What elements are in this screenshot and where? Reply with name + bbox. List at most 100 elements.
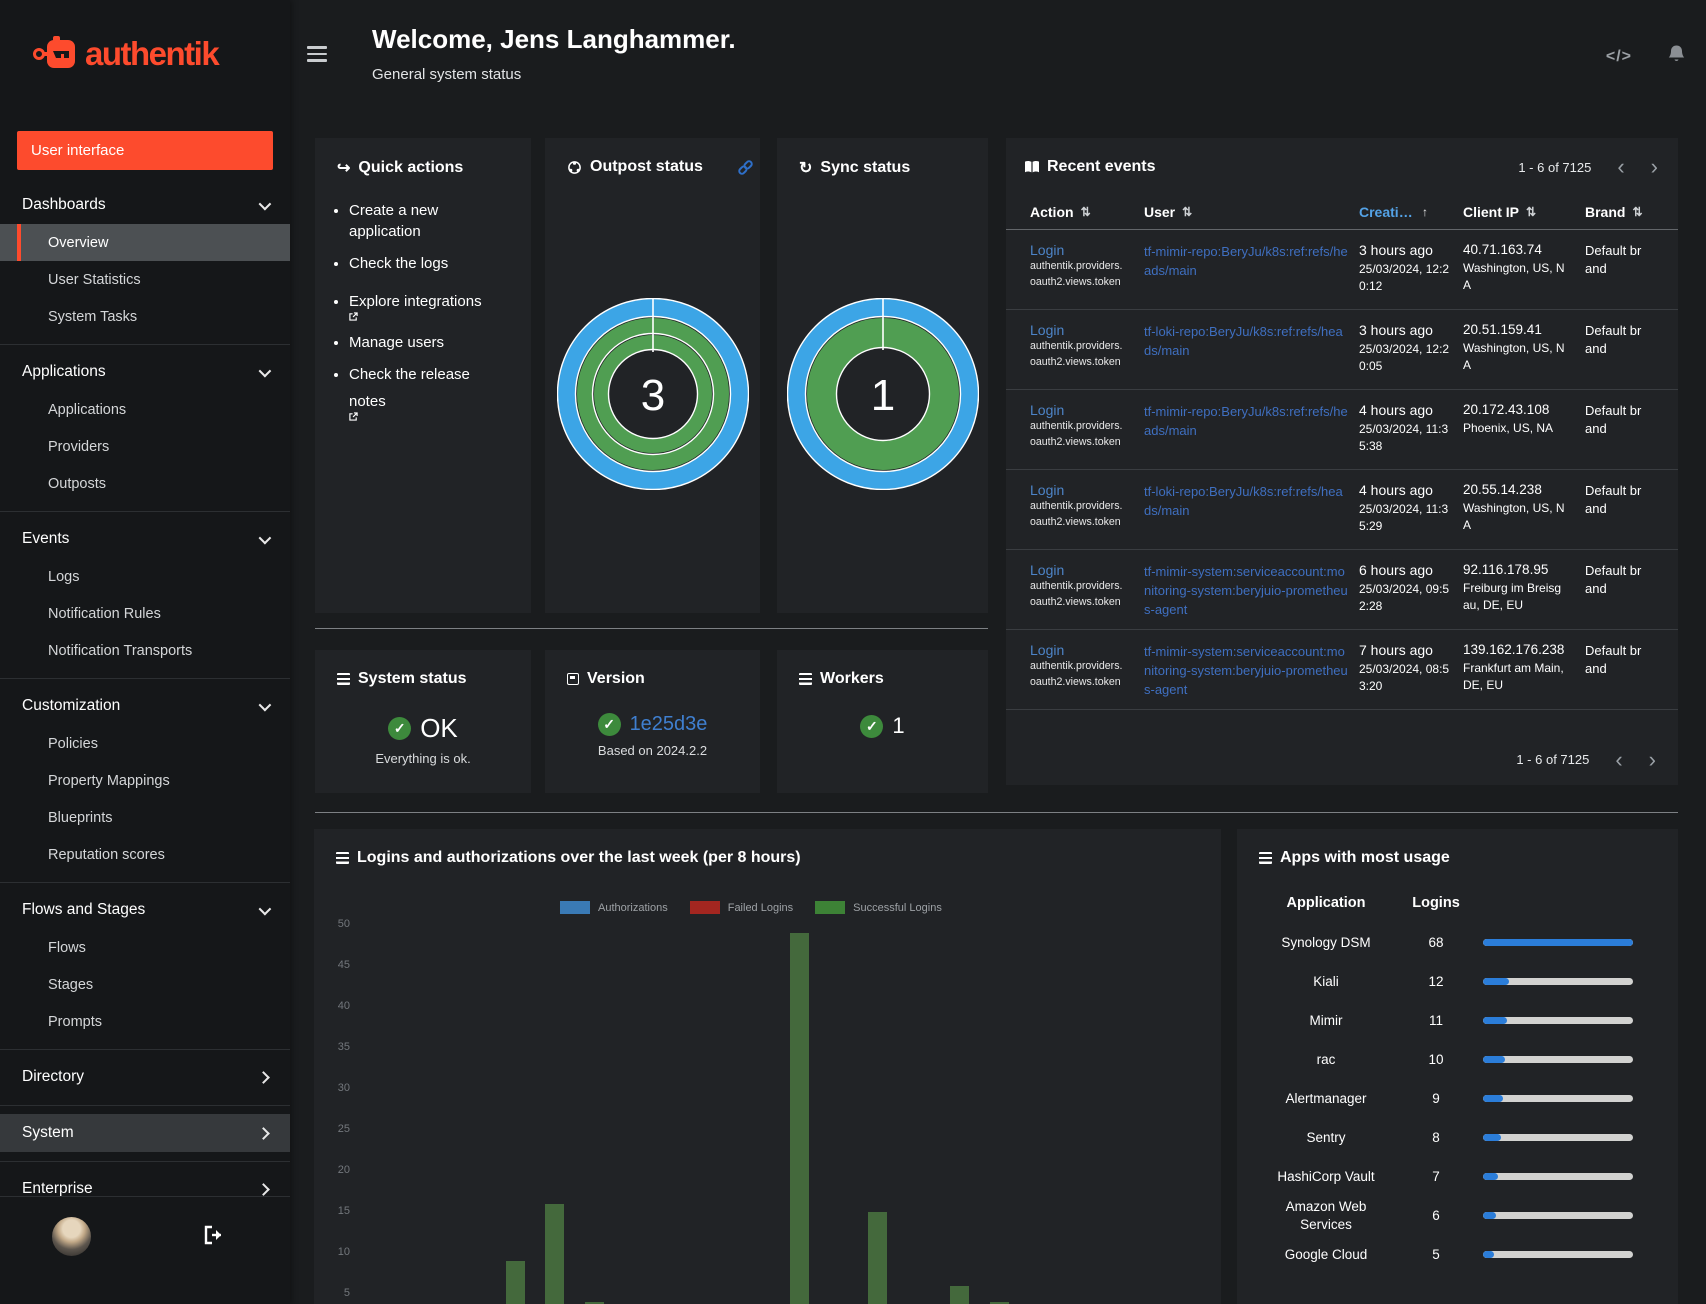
event-user-link[interactable]: tf-mimir-system:serviceaccount:monitorin…: [1144, 564, 1348, 617]
check-circle-icon: ✓: [860, 714, 884, 738]
event-action-link[interactable]: Login: [1030, 642, 1134, 658]
app-logins-count: 10: [1428, 1052, 1444, 1067]
app-name: Kiali: [1313, 973, 1339, 989]
pagination-label: 1 - 6 of 7125: [1518, 159, 1592, 175]
quick-action-manage-users[interactable]: Manage users: [349, 332, 509, 353]
sidebar-item-flows-and-stages[interactable]: Flows and Stages: [0, 891, 290, 929]
app-usage-progress-bar: [1483, 1056, 1633, 1063]
sidebar-item-prompts[interactable]: Prompts: [0, 1003, 290, 1040]
event-user-link[interactable]: tf-loki-repo:BeryJu/k8s:ref:refs/heads/m…: [1144, 484, 1343, 518]
recent-events-header: Recent events: [1024, 158, 1156, 176]
system-status-header: System status: [315, 650, 531, 688]
sync-status-header: ↻ Sync status: [777, 138, 988, 178]
events-column-action[interactable]: Action ⇅: [1030, 204, 1134, 220]
apps-col-logins: Logins: [1412, 895, 1460, 911]
user-interface-button[interactable]: User interface: [17, 131, 273, 170]
sidebar-item-system-tasks[interactable]: System Tasks: [0, 298, 290, 335]
event-client-ip: 139.162.176.238: [1463, 642, 1565, 657]
column-label: User: [1144, 204, 1176, 220]
workers-value: 1: [892, 713, 905, 738]
sidebar-item-logs[interactable]: Logs: [0, 558, 290, 595]
quick-actions-list: Create a new application Check the logs Ex…: [349, 200, 531, 421]
event-user-link[interactable]: tf-mimir-repo:BeryJu/k8s:ref:refs/heads/…: [1144, 404, 1348, 438]
pagination-prev-icon[interactable]: ‹: [1615, 748, 1622, 770]
events-table-header: Action ⇅ User ⇅ Creation ↑ Client IP ⇅ Brand ⇅: [1006, 204, 1678, 230]
event-client-location: Phoenix, US, NA: [1463, 421, 1554, 435]
event-time-absolute: 25/03/2024, 09:52:28: [1359, 582, 1450, 613]
sidebar-item-applications[interactable]: Applications: [0, 353, 290, 391]
notifications-bell-icon[interactable]: [1667, 44, 1686, 65]
y-axis-tick: 25: [337, 1123, 350, 1135]
sidebar-item-system[interactable]: System: [0, 1114, 290, 1152]
sidebar-item-applications[interactable]: Applications: [0, 391, 290, 428]
outpost-donut-chart: 3: [545, 298, 760, 490]
version-title: Version: [587, 670, 645, 687]
hamburger-menu-icon[interactable]: [307, 46, 327, 62]
authentik-logo[interactable]: authentik: [33, 28, 263, 80]
legend-item-successful-logins[interactable]: Successful Logins: [815, 901, 942, 914]
event-module: authentik.providers.: [1030, 580, 1123, 592]
y-axis-tick: 10: [337, 1246, 350, 1258]
user-avatar[interactable]: [52, 1217, 91, 1256]
sidebar-item-reputation-scores[interactable]: Reputation scores: [0, 836, 290, 873]
events-column-client-ip[interactable]: Client IP ⇅: [1463, 204, 1575, 220]
bar-successful-logins: [868, 1212, 887, 1304]
quick-action-explore-integrations[interactable]: Explore integrations: [349, 285, 509, 321]
events-column-brand[interactable]: Brand ⇅: [1585, 204, 1647, 220]
pagination-next-icon[interactable]: ›: [1651, 156, 1658, 178]
event-brand: Default brand: [1585, 563, 1642, 596]
event-user-link[interactable]: tf-mimir-system:serviceaccount:monitorin…: [1144, 644, 1348, 697]
sidebar-item-providers[interactable]: Providers: [0, 428, 290, 465]
quick-action-check-the-logs[interactable]: Check the logs: [349, 253, 509, 274]
event-action-link[interactable]: Login: [1030, 402, 1134, 418]
quick-action-create-a-new-application[interactable]: Create a new application: [349, 200, 509, 242]
event-action-link[interactable]: Login: [1030, 242, 1134, 258]
quick-action-check-the-release-notes[interactable]: Check the release notes: [349, 364, 509, 421]
sidebar-item-blueprints[interactable]: Blueprints: [0, 799, 290, 836]
sort-icon: ⇅: [1182, 205, 1193, 219]
sidebar-item-overview[interactable]: Overview: [0, 224, 290, 261]
sidebar-item-directory[interactable]: Directory: [0, 1058, 290, 1096]
event-action-link[interactable]: Login: [1030, 482, 1134, 498]
event-module: oauth2.views.token: [1030, 436, 1121, 448]
app-name: Google Cloud: [1284, 1246, 1368, 1262]
event-time-relative: 3 hours ago: [1359, 322, 1433, 338]
sidebar-item-policies[interactable]: Policies: [0, 725, 290, 762]
sidebar-item-notification-rules[interactable]: Notification Rules: [0, 595, 290, 632]
event-brand: Default brand: [1585, 483, 1642, 516]
event-user-link[interactable]: tf-loki-repo:BeryJu/k8s:ref:refs/heads/m…: [1144, 324, 1343, 358]
event-row: Login authentik.providers. oauth2.views.to…: [1006, 550, 1678, 630]
sidebar-item-flows[interactable]: Flows: [0, 929, 290, 966]
column-label: Brand: [1585, 204, 1626, 220]
app-usage-progress-bar: [1483, 1212, 1633, 1219]
outpost-link-icon[interactable]: [737, 159, 754, 176]
logout-icon[interactable]: [203, 1225, 225, 1245]
bundle-icon: [567, 673, 579, 685]
event-action-link[interactable]: Login: [1030, 322, 1134, 338]
event-user-link[interactable]: tf-mimir-repo:BeryJu/k8s:ref:refs/heads/…: [1144, 244, 1348, 278]
events-column-creation[interactable]: Creation ↑: [1359, 204, 1453, 220]
legend-item-authorizations[interactable]: Authorizations: [560, 901, 668, 914]
system-status-detail: Everything is ok.: [375, 751, 471, 766]
sidebar-item-property-mappings[interactable]: Property Mappings: [0, 762, 290, 799]
sidebar-item-outposts[interactable]: Outposts: [0, 465, 290, 502]
app-usage-row: Mimir 11: [1263, 1001, 1678, 1040]
legend-item-failed-logins[interactable]: Failed Logins: [689, 901, 793, 914]
sidebar-item-customization[interactable]: Customization: [0, 687, 290, 725]
sidebar-item-stages[interactable]: Stages: [0, 966, 290, 1003]
events-column-user[interactable]: User ⇅: [1144, 204, 1349, 220]
sidebar-item-notification-transports[interactable]: Notification Transports: [0, 632, 290, 669]
event-action-link[interactable]: Login: [1030, 562, 1134, 578]
event-time-relative: 3 hours ago: [1359, 242, 1433, 258]
pagination-next-icon[interactable]: ›: [1649, 748, 1656, 770]
api-code-icon[interactable]: </>: [1606, 48, 1632, 66]
sidebar-item-dashboards[interactable]: Dashboards: [0, 186, 290, 224]
sidebar-item-events[interactable]: Events: [0, 520, 290, 558]
sidebar-item-user-statistics[interactable]: User Statistics: [0, 261, 290, 298]
page-subtitle: General system status: [372, 66, 522, 83]
pagination-prev-icon[interactable]: ‹: [1617, 156, 1624, 178]
version-value-link[interactable]: 1e25d3e: [630, 713, 708, 736]
chevron-down-icon: [258, 902, 272, 915]
event-module: oauth2.views.token: [1030, 356, 1121, 368]
app-logins-count: 12: [1428, 974, 1444, 989]
